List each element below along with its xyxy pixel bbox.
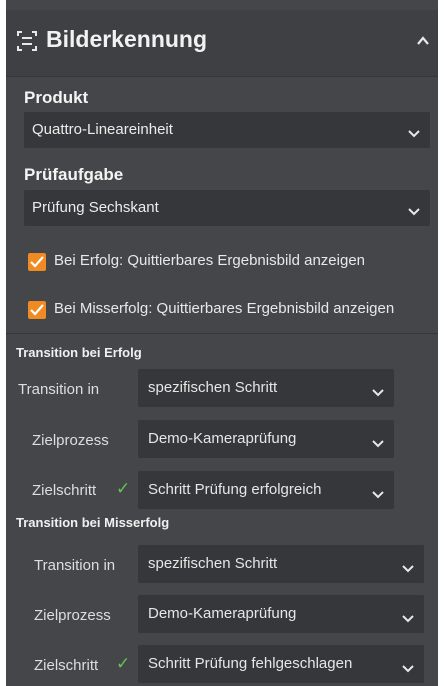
failure-zielschritt-value: Schritt Prüfung fehlgeschlagen xyxy=(148,655,353,672)
chevron-down-icon xyxy=(408,125,420,138)
success-zielschritt-select[interactable]: Schritt Prüfung erfolgreich xyxy=(138,471,394,509)
pruefaufgabe-select[interactable]: Prüfung Sechskant xyxy=(24,190,430,226)
success-transition-in-label: Transition in xyxy=(18,381,100,398)
success-transition-in-select[interactable]: spezifischen Schritt xyxy=(138,369,394,407)
chevron-down-icon xyxy=(402,560,414,573)
failure-zielprozess-value: Demo-Kameraprüfung xyxy=(148,605,297,622)
image-recognition-icon xyxy=(16,30,38,52)
success-zielprozess-select[interactable]: Demo-Kameraprüfung xyxy=(138,420,394,458)
failure-transition-in-select[interactable]: spezifischen Schritt xyxy=(138,545,424,583)
pruefaufgabe-label: Prüfaufgabe xyxy=(24,165,124,184)
produkt-select[interactable]: Quattro-Lineareinheit xyxy=(24,112,430,148)
chevron-down-icon xyxy=(372,435,384,448)
failure-zielprozess-label: Zielprozess xyxy=(34,607,111,624)
success-zielprozess-label: Zielprozess xyxy=(32,432,109,449)
checkbox-erfolg-label: Bei Erfolg: Quittierbares Ergebnisbild a… xyxy=(54,252,366,269)
chevron-down-icon xyxy=(372,486,384,499)
checkbox-misserfolg[interactable] xyxy=(28,301,46,319)
failure-zielschritt-select[interactable]: Schritt Prüfung fehlgeschlagen xyxy=(138,645,424,683)
failure-zielschritt-label: Zielschritt xyxy=(34,657,99,674)
panel-header[interactable]: Bilderkennung xyxy=(6,10,438,77)
checkbox-erfolg[interactable] xyxy=(28,253,46,271)
chevron-down-icon xyxy=(372,384,384,397)
success-zielprozess-value: Demo-Kameraprüfung xyxy=(148,430,297,447)
success-zielschritt-value: Schritt Prüfung erfolgreich xyxy=(148,481,322,498)
transition-failure-title: Transition bei Misserfolg xyxy=(16,515,170,530)
pruefaufgabe-value: Prüfung Sechskant xyxy=(32,199,159,216)
success-zielschritt-label: Zielschritt xyxy=(32,482,97,499)
failure-transition-in-label: Transition in xyxy=(34,557,116,574)
panel-title: Bilderkennung xyxy=(46,26,208,52)
check-icon: ✓ xyxy=(116,479,131,498)
chevron-up-icon[interactable] xyxy=(414,32,432,50)
success-transition-in-value: spezifischen Schritt xyxy=(148,379,278,396)
failure-zielprozess-select[interactable]: Demo-Kameraprüfung xyxy=(138,595,424,633)
check-icon: ✓ xyxy=(116,654,131,673)
transition-success-title: Transition bei Erfolg xyxy=(16,345,142,360)
produkt-value: Quattro-Lineareinheit xyxy=(32,121,173,138)
bilderkennung-panel: Bilderkennung Produkt Quattro-Lineareinh… xyxy=(6,0,438,686)
chevron-down-icon xyxy=(402,610,414,623)
produkt-label: Produkt xyxy=(24,88,89,107)
checkbox-misserfolg-label: Bei Misserfolg: Quittierbares Ergebnisbi… xyxy=(54,300,395,317)
chevron-down-icon xyxy=(408,203,420,216)
chevron-down-icon xyxy=(402,660,414,673)
failure-transition-in-value: spezifischen Schritt xyxy=(148,555,278,572)
divider xyxy=(6,333,438,334)
